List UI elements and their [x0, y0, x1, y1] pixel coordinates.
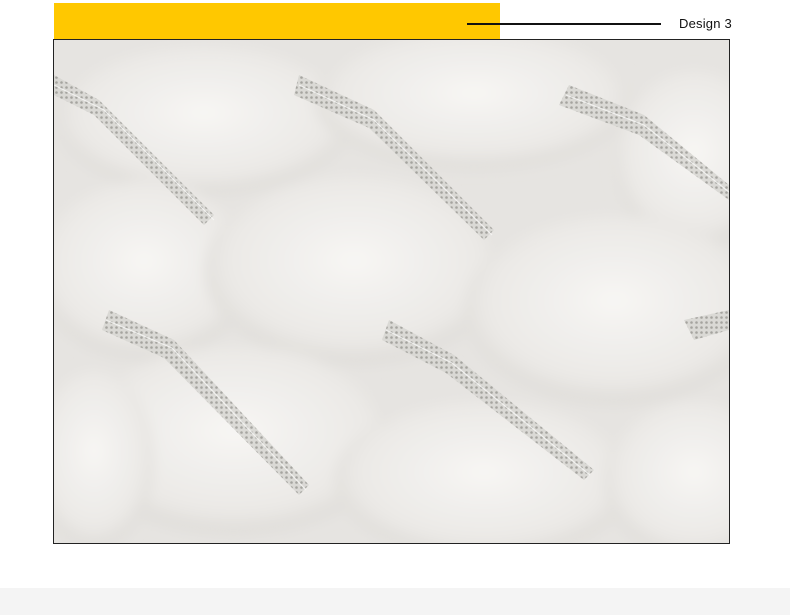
header-divider-line — [467, 23, 661, 25]
footer-band — [0, 588, 790, 615]
header-accent-bar — [54, 3, 500, 39]
product-photo — [53, 39, 730, 544]
header-title: Design 3 — [679, 16, 732, 31]
quilted-fabric-image — [54, 40, 729, 543]
